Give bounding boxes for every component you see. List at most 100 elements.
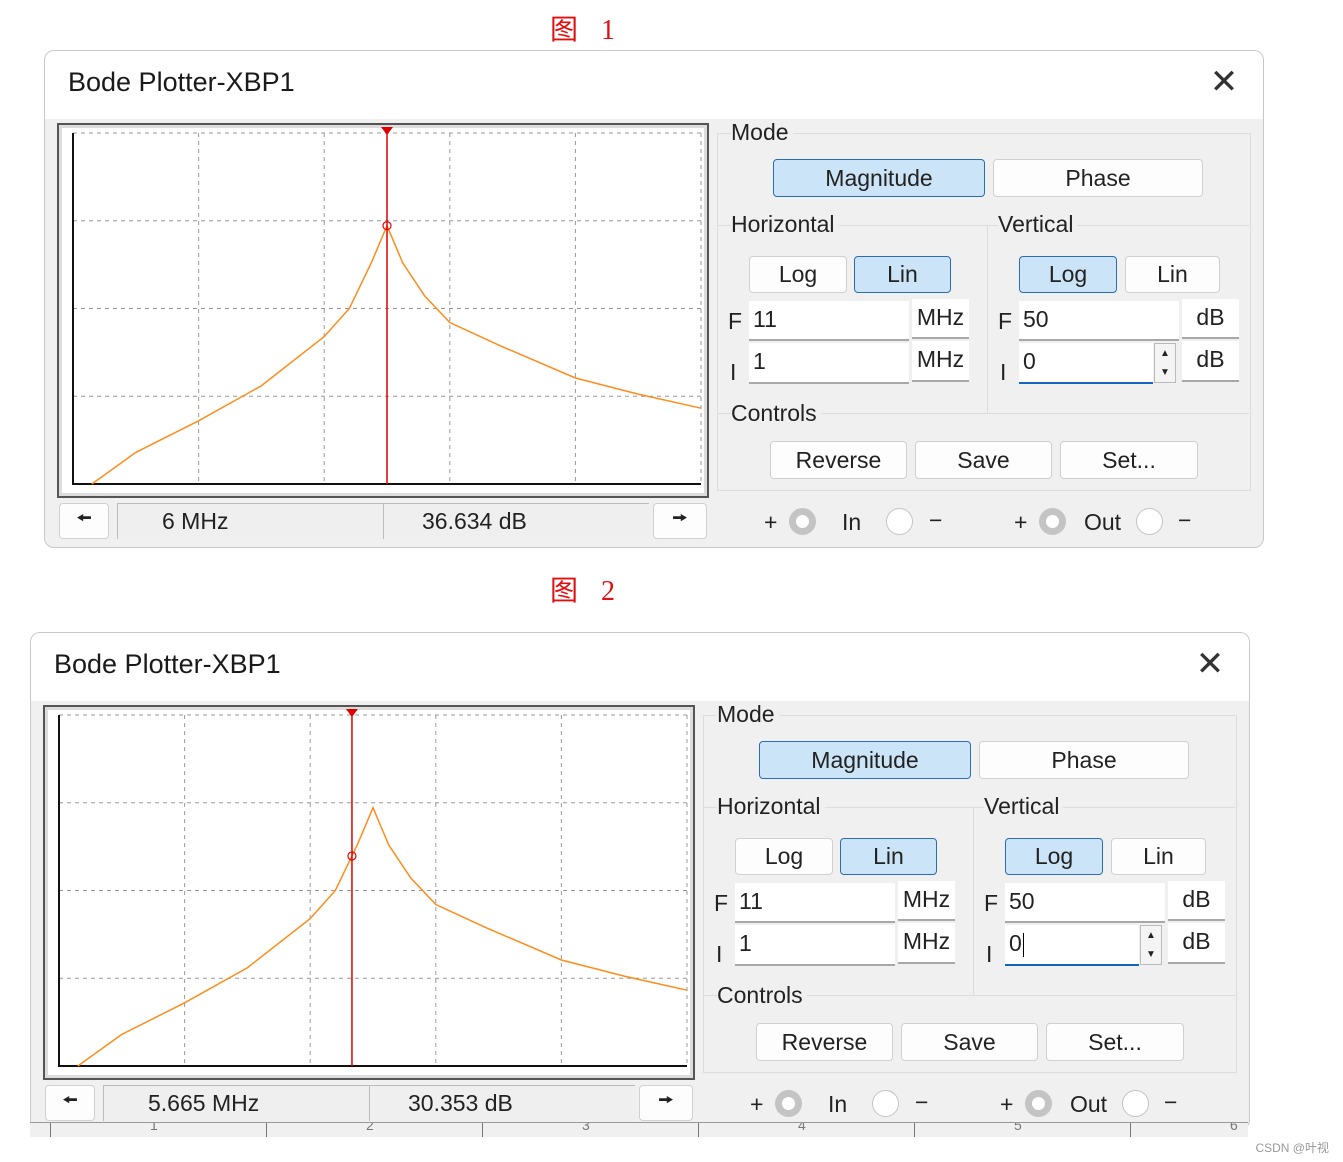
horizontal-lin-button[interactable]: Lin — [840, 838, 937, 875]
ruler-tick — [266, 1123, 267, 1137]
out-plus-terminal[interactable] — [1025, 1090, 1052, 1117]
in-plus-terminal[interactable] — [789, 508, 816, 535]
magnitude-trace — [91, 223, 702, 485]
vertical-initial-label: I — [1000, 359, 1007, 385]
out-plus-terminal[interactable] — [1039, 508, 1066, 535]
in-plus-terminal[interactable] — [775, 1090, 802, 1117]
in-label: In — [828, 1091, 848, 1117]
ruler-tick — [914, 1123, 915, 1137]
controls-label: Controls — [731, 400, 821, 427]
title-bar[interactable]: Bode Plotter-XBP1 ✕ — [31, 633, 1249, 701]
in-label: In — [842, 509, 862, 535]
vertical-initial-input[interactable]: 0 — [1019, 343, 1153, 384]
spin-up-icon[interactable]: ▲ — [1155, 344, 1175, 363]
bode-plotter-window: Bode Plotter-XBP1 ✕ 🠘 5.665 MHz 30.353 d… — [30, 632, 1250, 1130]
arrow-left-icon: 🠘 — [76, 508, 92, 528]
figure-caption-1: 图 1 — [550, 15, 624, 46]
magnitude-button[interactable]: Magnitude — [759, 741, 971, 779]
vertical-initial-unit[interactable]: dB — [1168, 923, 1225, 964]
arrow-left-icon: 🠘 — [62, 1090, 78, 1110]
out-minus-label: − — [1164, 1089, 1178, 1115]
magnitude-button[interactable]: Magnitude — [773, 159, 985, 197]
phase-button[interactable]: Phase — [979, 741, 1189, 779]
horizontal-initial-input[interactable]: 1 — [749, 343, 909, 384]
horizontal-log-button[interactable]: Log — [735, 838, 833, 875]
reverse-button[interactable]: Reverse — [756, 1023, 893, 1061]
set-button[interactable]: Set... — [1046, 1023, 1184, 1061]
out-minus-terminal[interactable] — [1122, 1090, 1149, 1117]
horizontal-final-input[interactable]: 11 — [735, 883, 895, 923]
plot-area[interactable] — [57, 123, 709, 498]
save-button[interactable]: Save — [915, 441, 1052, 479]
magnitude-readout: 30.353 dB — [369, 1085, 635, 1121]
horizontal-final-input[interactable]: 11 — [749, 301, 909, 341]
vertical-final-unit[interactable]: dB — [1168, 881, 1225, 921]
text-caret — [1022, 932, 1024, 957]
vertical-final-unit[interactable]: dB — [1182, 299, 1239, 339]
ruler-label: 5 — [1014, 1122, 1022, 1133]
ruler-label: 3 — [582, 1122, 590, 1133]
frequency-readout: 5.665 MHz — [103, 1085, 369, 1121]
ruler-label: 4 — [798, 1122, 806, 1133]
ruler-label: 1 — [150, 1122, 158, 1133]
in-minus-label: − — [929, 507, 943, 533]
vertical-initial-spinner[interactable]: ▲ ▼ — [1140, 925, 1162, 965]
cursor-left-button[interactable]: 🠘 — [45, 1085, 95, 1121]
arrow-right-icon: 🠚 — [672, 508, 688, 528]
plot-area[interactable] — [43, 705, 695, 1080]
cursor-right-button[interactable]: 🠚 — [639, 1085, 693, 1121]
spin-up-icon[interactable]: ▲ — [1141, 926, 1161, 945]
out-minus-terminal[interactable] — [1136, 508, 1163, 535]
window-title: Bode Plotter-XBP1 — [54, 649, 281, 679]
horizontal-final-label: F — [714, 890, 729, 916]
cursor-handle-icon — [345, 709, 358, 717]
horizontal-initial-unit[interactable]: MHz — [912, 341, 969, 382]
vertical-initial-input[interactable]: 0 — [1005, 925, 1139, 966]
spin-down-icon[interactable]: ▼ — [1155, 363, 1175, 382]
reverse-button[interactable]: Reverse — [770, 441, 907, 479]
ruler-tick — [482, 1123, 483, 1137]
out-label: Out — [1084, 509, 1122, 535]
horizontal-initial-unit[interactable]: MHz — [898, 923, 955, 964]
horizontal-log-button[interactable]: Log — [749, 256, 847, 293]
vertical-final-input[interactable]: 50 — [1005, 883, 1165, 923]
in-minus-terminal[interactable] — [872, 1090, 899, 1117]
ruler: 1 2 3 4 5 6 — [30, 1122, 1248, 1137]
in-minus-terminal[interactable] — [886, 508, 913, 535]
vertical-initial-label: I — [986, 941, 993, 967]
vertical-initial-unit[interactable]: dB — [1182, 341, 1239, 382]
ruler-tick — [698, 1123, 699, 1137]
horizontal-initial-input[interactable]: 1 — [735, 925, 895, 966]
vertical-initial-value: 0 — [1009, 930, 1022, 956]
save-button[interactable]: Save — [901, 1023, 1038, 1061]
title-bar[interactable]: Bode Plotter-XBP1 ✕ — [45, 51, 1263, 119]
phase-button[interactable]: Phase — [993, 159, 1203, 197]
window-title: Bode Plotter-XBP1 — [68, 67, 295, 97]
horizontal-lin-button[interactable]: Lin — [854, 256, 951, 293]
horizontal-final-unit[interactable]: MHz — [912, 299, 969, 339]
magnitude-readout: 36.634 dB — [383, 503, 649, 539]
vertical-lin-button[interactable]: Lin — [1111, 838, 1206, 875]
in-plus-label: + — [750, 1091, 764, 1117]
in-minus-label: − — [915, 1089, 929, 1115]
vertical-log-button[interactable]: Log — [1019, 256, 1117, 293]
set-button[interactable]: Set... — [1060, 441, 1198, 479]
vertical-log-button[interactable]: Log — [1005, 838, 1103, 875]
vertical-final-input[interactable]: 50 — [1019, 301, 1179, 341]
horizontal-final-unit[interactable]: MHz — [898, 881, 955, 921]
horizontal-final-label: F — [728, 308, 743, 334]
vertical-label: Vertical — [998, 211, 1078, 238]
spin-down-icon[interactable]: ▼ — [1141, 945, 1161, 964]
close-icon[interactable]: ✕ — [1207, 65, 1241, 99]
horizontal-label: Horizontal — [731, 211, 839, 238]
vertical-initial-spinner[interactable]: ▲ ▼ — [1154, 343, 1176, 383]
cursor-right-button[interactable]: 🠚 — [653, 503, 707, 539]
out-plus-label: + — [1014, 509, 1028, 535]
close-icon[interactable]: ✕ — [1193, 647, 1227, 681]
vertical-lin-button[interactable]: Lin — [1125, 256, 1220, 293]
watermark: CSDN @叶视 — [1255, 1141, 1329, 1155]
mode-label: Mode — [717, 701, 779, 728]
vertical-initial-value: 0 — [1023, 348, 1036, 374]
vertical-final-label: F — [984, 890, 999, 916]
cursor-left-button[interactable]: 🠘 — [59, 503, 109, 539]
